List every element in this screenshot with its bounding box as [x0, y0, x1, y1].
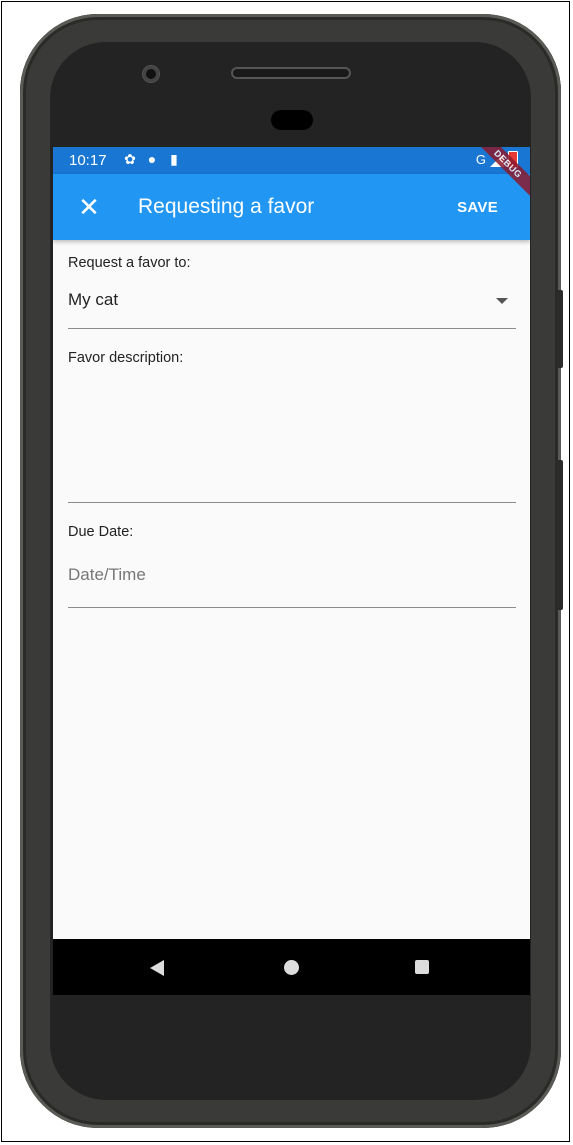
status-notification-icons: ✿ ● ▮	[123, 151, 181, 167]
proximity-sensor	[271, 110, 313, 130]
alert-icon: ●	[147, 151, 157, 167]
recents-icon[interactable]	[415, 960, 429, 974]
app-bar: ✕ Requesting a favor SAVE	[53, 174, 530, 240]
request-to-dropdown[interactable]: My cat	[68, 282, 516, 329]
due-date-field[interactable]: Date/Time	[68, 555, 516, 608]
front-camera	[143, 66, 159, 82]
request-to-label: Request a favor to:	[68, 255, 191, 271]
settings-icon: ✿	[124, 151, 136, 167]
power-button	[557, 290, 563, 368]
status-bar: 10:17 ✿ ● ▮ G	[53, 147, 530, 174]
save-button[interactable]: SAVE	[457, 199, 498, 216]
dropdown-arrow-icon	[496, 298, 508, 304]
sd-card-icon: ▮	[170, 151, 178, 167]
description-field[interactable]	[68, 372, 516, 503]
request-to-value: My cat	[68, 290, 119, 309]
due-date-label: Due Date:	[68, 524, 134, 540]
home-icon[interactable]	[284, 960, 299, 975]
network-type: G	[475, 152, 486, 167]
close-icon: ✕	[78, 192, 100, 222]
page-title: Requesting a favor	[138, 195, 315, 218]
navigation-bar	[53, 939, 530, 995]
volume-button	[557, 460, 563, 610]
earpiece-speaker	[231, 67, 351, 79]
status-time: 10:17	[69, 152, 107, 169]
description-label: Favor description:	[68, 350, 184, 366]
due-date-placeholder: Date/Time	[68, 565, 146, 584]
app-screen: 10:17 ✿ ● ▮ G ✕ Requesting a favor SAVE …	[53, 147, 530, 995]
back-icon[interactable]	[150, 960, 164, 976]
close-button[interactable]: ✕	[71, 189, 107, 225]
